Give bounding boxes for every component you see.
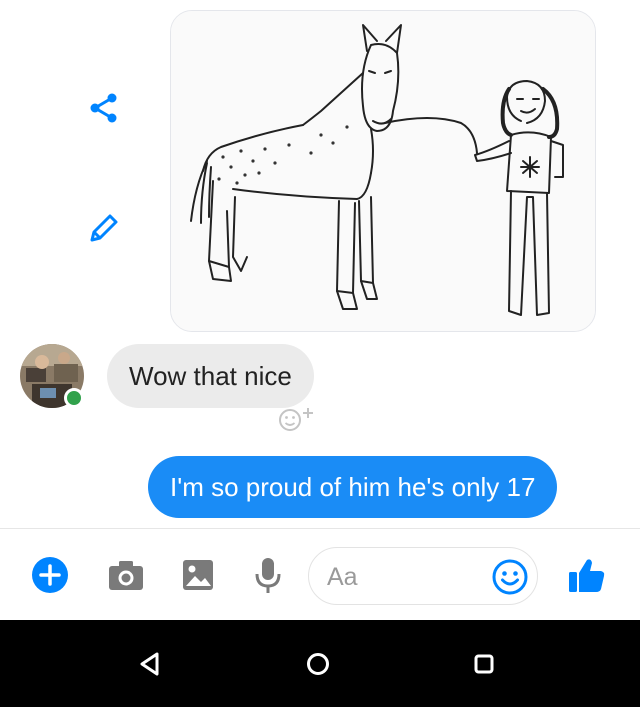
edit-button[interactable] — [82, 206, 126, 250]
voice-message-button[interactable] — [244, 551, 292, 599]
plus-icon — [32, 557, 68, 593]
smiley-icon — [492, 559, 528, 595]
like-button[interactable] — [562, 551, 610, 599]
home-circle-icon — [307, 653, 329, 675]
recent-apps-icon — [474, 654, 494, 674]
incoming-message-bubble[interactable]: Wow that nice — [107, 344, 314, 408]
nav-recent-apps-button[interactable] — [462, 642, 506, 686]
emoji-button[interactable] — [489, 556, 531, 598]
add-reaction-button[interactable] — [276, 404, 320, 434]
incoming-message-text: Wow that nice — [129, 360, 292, 391]
image-icon — [183, 560, 213, 590]
microphone-icon — [255, 558, 281, 593]
share-icon — [90, 93, 117, 123]
message-input-field[interactable] — [308, 547, 538, 605]
outgoing-message-bubble[interactable]: I'm so proud of him he's only 17 — [148, 456, 558, 518]
system-navigation-bar — [0, 620, 640, 707]
online-status-indicator — [64, 388, 84, 408]
shared-image-message[interactable] — [170, 10, 596, 332]
horse-drawing-image — [171, 11, 595, 331]
thumbs-up-icon — [569, 559, 605, 592]
gallery-button[interactable] — [174, 551, 222, 599]
more-actions-button[interactable] — [26, 551, 74, 599]
camera-button[interactable] — [102, 551, 150, 599]
outgoing-message-text: I'm so proud of him he's only 17 — [170, 471, 536, 502]
share-button[interactable] — [82, 86, 126, 130]
message-composer — [0, 528, 640, 620]
nav-back-button[interactable] — [128, 642, 172, 686]
nav-home-button[interactable] — [296, 642, 340, 686]
message-input[interactable] — [327, 560, 487, 594]
conversation-view: Wow that nice I'm so proud of him he's o… — [0, 0, 640, 528]
camera-icon — [109, 561, 143, 590]
pencil-icon — [90, 214, 118, 242]
back-triangle-icon — [140, 652, 159, 676]
add-reaction-icon — [279, 408, 313, 431]
